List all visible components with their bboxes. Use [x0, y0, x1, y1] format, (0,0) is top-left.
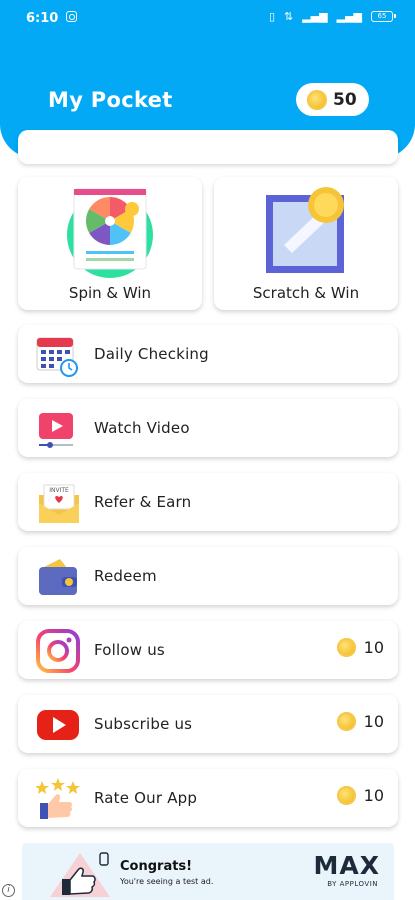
subscribe-us-row[interactable]: Subscribe us 10 [18, 695, 398, 753]
status-icons: ▯ ⇅ ▂▄▆ ▂▄▆ 65 [268, 10, 396, 23]
subscribe-us-reward-value: 10 [363, 712, 384, 731]
scratch-win-label: Scratch & Win [252, 284, 360, 302]
ad-brand-by: BY APPLOVIN [327, 880, 378, 888]
status-bar: 6:10 ▯ ⇅ ▂▄▆ ▂▄▆ 65 [0, 0, 415, 36]
watch-video-row[interactable]: Watch Video [18, 399, 398, 457]
wallet-icon [39, 559, 77, 595]
ad-brand-logo: MAX [313, 851, 380, 880]
youtube-icon [37, 710, 79, 740]
rate-app-label: Rate Our App [94, 789, 198, 807]
instagram-notification-icon [66, 11, 77, 22]
follow-us-reward: 10 [336, 638, 384, 657]
thumbs-up-stars-icon [36, 778, 80, 819]
rate-app-reward: 10 [336, 786, 384, 805]
ad-title: Congrats! [120, 859, 193, 874]
daily-checking-row[interactable]: Daily Checking [18, 325, 398, 383]
redeem-label: Redeem [94, 567, 157, 585]
coin-icon [336, 712, 356, 731]
redeem-row[interactable]: Redeem [18, 547, 398, 605]
scratch-win-tile[interactable]: Scratch & Win [214, 177, 398, 310]
ad-subtitle: You're seeing a test ad. [120, 877, 214, 886]
spin-win-label: Spin & Win [68, 284, 152, 302]
vibrate-icon: ▯ [268, 10, 275, 23]
data-icon: ⇅ [284, 10, 294, 23]
coin-balance-value: 50 [333, 89, 357, 110]
invite-envelope-icon: INVITE [39, 484, 79, 523]
ad-thumbs-up-icon [50, 852, 110, 897]
follow-us-label: Follow us [94, 641, 165, 659]
daily-checking-label: Daily Checking [94, 345, 209, 363]
rate-app-row[interactable]: Rate Our App 10 [18, 769, 398, 827]
battery-icon: 65 [371, 11, 396, 22]
instagram-icon [36, 629, 80, 673]
follow-us-row[interactable]: Follow us 10 [18, 621, 398, 679]
coin-icon [307, 89, 327, 110]
watch-video-label: Watch Video [94, 419, 190, 437]
calendar-icon [36, 337, 78, 377]
svg-text:INVITE: INVITE [49, 487, 69, 494]
ad-banner[interactable]: Congrats! You're seeing a test ad. MAX B… [22, 843, 394, 900]
partial-card [18, 130, 398, 164]
spin-wheel-icon [67, 188, 153, 278]
status-time: 6:10 [26, 11, 59, 26]
signal-icon-2: ▂▄▆ [336, 10, 362, 23]
coin-balance[interactable]: 50 [296, 83, 369, 116]
follow-us-reward-value: 10 [363, 638, 384, 657]
rate-app-reward-value: 10 [363, 786, 384, 805]
coin-icon [336, 786, 356, 805]
page-title: My Pocket [48, 88, 173, 112]
signal-icon: ▂▄▆ [302, 10, 328, 23]
ad-info-icon[interactable]: i [2, 884, 15, 897]
spin-win-tile[interactable]: Spin & Win [18, 177, 202, 310]
refer-earn-row[interactable]: INVITE Refer & Earn [18, 473, 398, 531]
video-player-icon [39, 413, 73, 448]
refer-earn-label: Refer & Earn [94, 493, 192, 511]
subscribe-us-reward: 10 [336, 712, 384, 731]
subscribe-us-label: Subscribe us [94, 715, 193, 733]
scratch-card-icon [266, 187, 344, 273]
coin-icon [336, 638, 356, 657]
